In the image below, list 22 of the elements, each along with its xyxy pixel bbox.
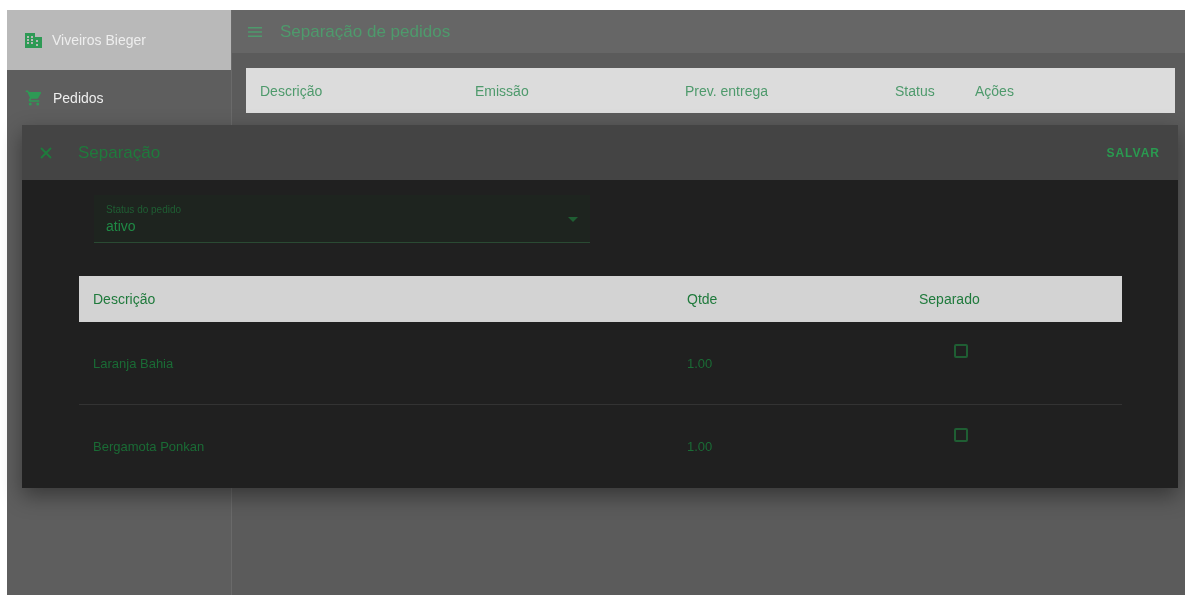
column-header: Ações	[975, 82, 1015, 99]
column-header: Prev. entrega	[685, 82, 769, 99]
table-cell-text: Bergamota Ponkan	[93, 439, 206, 454]
checkbox[interactable]	[954, 344, 968, 358]
column-header: Separado	[919, 291, 981, 307]
table-cell-text: 1.00	[687, 439, 714, 454]
table-cell-text: 1.00	[687, 355, 714, 371]
dropdown-caret-icon	[568, 217, 578, 222]
column-header: Emissão	[475, 82, 530, 99]
sidebar-item-label: Pedidos	[53, 90, 104, 106]
cart-icon	[25, 89, 43, 107]
checkbox[interactable]	[954, 427, 968, 442]
save-button[interactable]: SALVAR	[1102, 141, 1164, 164]
column-header: Qtde	[687, 291, 719, 307]
table-cell-text: Laranja Bahia	[93, 355, 175, 371]
building-icon	[25, 32, 42, 48]
column-header: Descrição	[93, 291, 157, 307]
menu-icon[interactable]	[248, 26, 262, 37]
field-value: ativo	[106, 218, 137, 234]
column-header: Descrição	[260, 82, 324, 99]
close-icon[interactable]	[40, 146, 52, 159]
column-header: Status	[895, 82, 936, 99]
